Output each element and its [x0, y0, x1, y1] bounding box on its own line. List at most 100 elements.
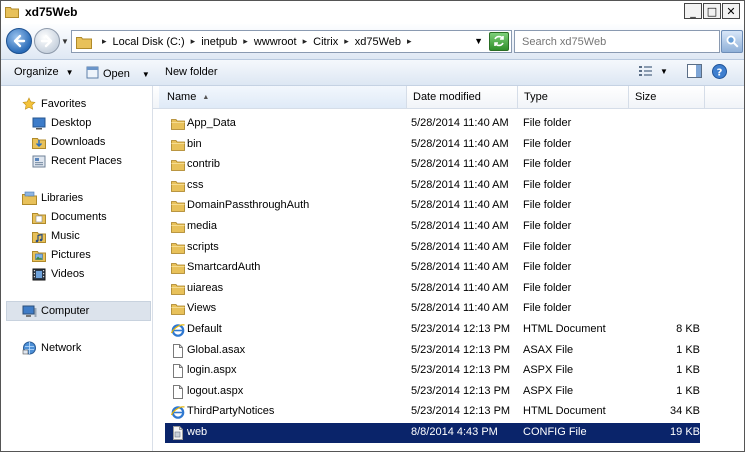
file-type: File folder — [523, 138, 572, 150]
file-type: File folder — [523, 220, 572, 232]
column-header-size[interactable]: Size — [629, 86, 705, 108]
nav-item-recent-places[interactable]: Recent Places — [31, 152, 122, 170]
column-header-type[interactable]: Type — [518, 86, 629, 108]
forward-button[interactable] — [34, 28, 60, 54]
search-box[interactable] — [514, 30, 720, 53]
file-type: File folder — [523, 282, 572, 294]
chevron-right-icon[interactable]: ▸ — [407, 36, 412, 47]
file-size: 19 KB — [670, 426, 700, 438]
view-options-icon — [639, 66, 652, 76]
file-row[interactable]: Global.asax 5/23/2014 12:13 PM ASAX File 1 … — [165, 341, 700, 361]
file-name: contrib — [187, 158, 221, 170]
file-row[interactable]: login.aspx 5/23/2014 12:13 PM ASPX File 1 K… — [165, 361, 700, 381]
chevron-right-icon[interactable]: ▸ — [344, 36, 349, 47]
file-type: ASPX File — [523, 385, 574, 397]
chevron-right-icon[interactable]: ▸ — [243, 36, 248, 47]
nav-item-desktop[interactable]: Desktop — [31, 114, 91, 132]
file-date-modified: 5/23/2014 12:13 PM — [411, 405, 511, 417]
column-header-date[interactable]: Date modified — [407, 86, 518, 108]
title-bar[interactable]: xd75Web _ □ ✕ — [1, 1, 744, 24]
breadcrumb-inetpub[interactable]: inetpub — [201, 36, 237, 48]
file-row[interactable]: bin 5/28/2014 11:40 AM File folder — [165, 135, 700, 155]
nav-item-downloads[interactable]: Downloads — [31, 133, 105, 151]
address-history-dropdown[interactable]: ▼ — [474, 36, 483, 46]
nav-item-documents[interactable]: Documents — [31, 208, 107, 226]
new-folder-button[interactable]: New folder — [165, 66, 218, 78]
file-size: 8 KB — [676, 323, 700, 335]
search-button[interactable] — [721, 30, 743, 53]
file-row[interactable]: web 8/8/2014 4:43 PM CONFIG File 19 KB — [165, 423, 700, 443]
computer-icon — [21, 303, 37, 319]
nav-item-music[interactable]: Music — [31, 227, 80, 245]
minimize-button[interactable]: _ — [684, 3, 702, 19]
window-title: xd75Web — [25, 5, 78, 19]
address-bar[interactable]: ▸ Local Disk (C:) ▸ inetpub ▸ wwwroot ▸ … — [71, 30, 512, 53]
folder-icon — [76, 35, 92, 49]
file-row[interactable]: contrib 5/28/2014 11:40 AM File folder — [165, 155, 700, 175]
file-row[interactable]: uiareas 5/28/2014 11:40 AM File folder — [165, 279, 700, 299]
nav-libraries[interactable]: Libraries — [21, 189, 83, 207]
nav-computer[interactable]: Computer — [21, 302, 89, 320]
nav-item-pictures[interactable]: Pictures — [31, 246, 91, 264]
maximize-button[interactable]: □ — [703, 3, 721, 19]
breadcrumb-xd75web[interactable]: xd75Web — [355, 36, 401, 48]
new-folder-label: New folder — [165, 66, 218, 78]
blank-file-icon — [170, 343, 186, 359]
file-date-modified: 5/28/2014 11:40 AM — [411, 241, 509, 253]
organize-button[interactable]: Organize ▼ — [14, 66, 74, 78]
file-name: DomainPassthroughAuth — [187, 199, 310, 211]
nav-network[interactable]: Network — [21, 339, 81, 357]
file-row[interactable]: logout.aspx 5/23/2014 12:13 PM ASPX File 1 … — [165, 382, 700, 402]
column-header-type-label: Type — [524, 91, 548, 103]
folder-icon — [170, 178, 186, 194]
file-row[interactable]: css 5/28/2014 11:40 AM File folder — [165, 176, 700, 196]
column-header-name[interactable]: Name ▲ — [159, 86, 407, 108]
breadcrumb-citrix[interactable]: Citrix — [313, 36, 338, 48]
file-date-modified: 5/23/2014 12:13 PM — [411, 385, 511, 397]
file-row[interactable]: DomainPassthroughAuth 5/28/2014 11:40 AM F… — [165, 196, 700, 216]
nav-item-label: Recent Places — [51, 155, 122, 167]
downloads-icon — [31, 134, 47, 150]
libraries-icon — [21, 190, 37, 206]
ie-html-icon — [170, 322, 186, 338]
file-type: File folder — [523, 179, 572, 191]
music-icon — [31, 228, 47, 244]
close-button[interactable]: ✕ — [722, 3, 740, 19]
change-view-button[interactable]: ▼ — [638, 64, 668, 78]
file-row[interactable]: App_Data 5/28/2014 11:40 AM File folder — [165, 114, 700, 134]
navigation-pane: Favorites Desktop Downloads Recent Place… — [1, 86, 153, 451]
file-row[interactable]: SmartcardAuth 5/28/2014 11:40 AM File fold… — [165, 258, 700, 278]
chevron-right-icon[interactable]: ▸ — [191, 36, 196, 47]
file-type: File folder — [523, 261, 572, 273]
breadcrumb-wwwroot[interactable]: wwwroot — [254, 36, 297, 48]
ie-html-icon — [170, 404, 186, 420]
file-row[interactable]: media 5/28/2014 11:40 AM File folder — [165, 217, 700, 237]
folder-icon — [170, 301, 186, 317]
breadcrumb: ▸ Local Disk (C:) ▸ inetpub ▸ wwwroot ▸ … — [96, 36, 418, 48]
file-row[interactable]: ThirdPartyNotices 5/23/2014 12:13 PM HTML … — [165, 402, 700, 422]
file-type: ASAX File — [523, 344, 574, 356]
sort-ascending-icon: ▲ — [202, 94, 210, 101]
folder-icon — [5, 5, 19, 21]
file-row[interactable]: Views 5/28/2014 11:40 AM File folder — [165, 299, 700, 319]
nav-item-label: Documents — [51, 211, 107, 223]
recent-pages-dropdown[interactable]: ▼ — [61, 37, 69, 46]
search-input[interactable] — [520, 34, 704, 49]
open-button[interactable]: Open ▼ — [86, 66, 150, 82]
open-icon — [86, 66, 99, 82]
back-button[interactable] — [6, 28, 32, 54]
file-date-modified: 8/8/2014 4:43 PM — [411, 426, 498, 438]
chevron-right-icon[interactable]: ▸ — [102, 36, 107, 47]
nav-item-videos[interactable]: Videos — [31, 265, 84, 283]
network-icon — [21, 340, 37, 356]
refresh-button[interactable] — [489, 32, 509, 51]
help-button[interactable]: ? — [712, 64, 727, 79]
chevron-right-icon[interactable]: ▸ — [303, 36, 308, 47]
file-row[interactable]: Default 5/23/2014 12:13 PM HTML Document 8 … — [165, 320, 700, 340]
breadcrumb-local-disk[interactable]: Local Disk (C:) — [113, 36, 185, 48]
preview-pane-button[interactable] — [687, 64, 702, 78]
nav-favorites[interactable]: Favorites — [21, 95, 86, 113]
file-type: HTML Document — [523, 405, 606, 417]
file-date-modified: 5/28/2014 11:40 AM — [411, 220, 509, 232]
file-row[interactable]: scripts 5/28/2014 11:40 AM File folder — [165, 238, 700, 258]
